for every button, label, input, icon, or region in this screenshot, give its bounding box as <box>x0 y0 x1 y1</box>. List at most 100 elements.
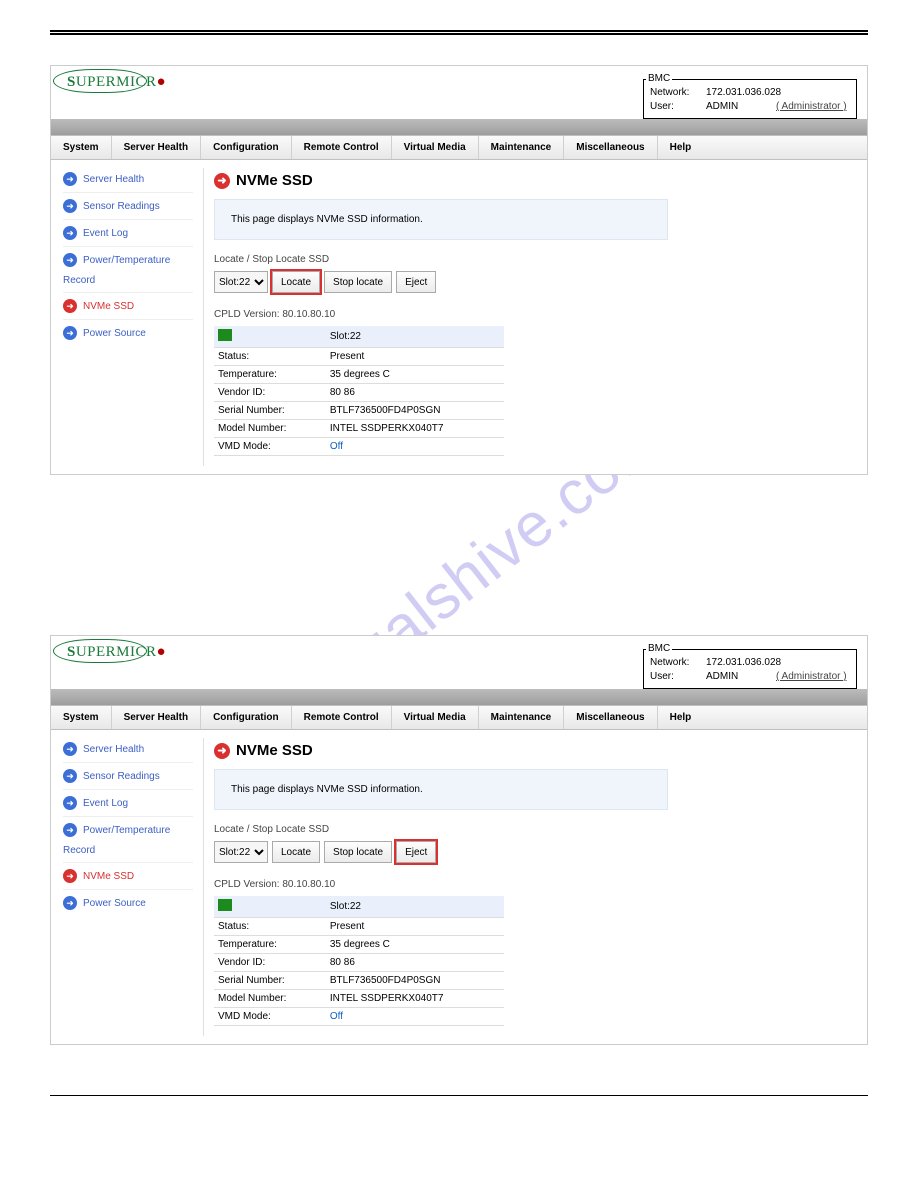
row-val: Off <box>326 1008 504 1026</box>
sidebar-item-label: NVMe SSD <box>83 871 134 882</box>
sidebar-item-sensor-readings[interactable]: ➜ Sensor Readings <box>63 193 193 220</box>
menu-server-health[interactable]: Server Health <box>112 136 201 159</box>
menu-maintenance[interactable]: Maintenance <box>479 136 565 159</box>
sidebar-item-event-log[interactable]: ➜ Event Log <box>63 220 193 247</box>
locate-section-label: Locate / Stop Locate SSD <box>214 824 857 835</box>
sidebar-item-power-source[interactable]: ➜ Power Source <box>63 890 193 916</box>
sidebar-item-label: Event Log <box>83 798 128 809</box>
arrow-icon: ➜ <box>63 253 77 267</box>
row-key: Model Number: <box>214 420 326 438</box>
row-key: Vendor ID: <box>214 954 326 972</box>
row-val: Off <box>326 438 504 456</box>
header-gradient-bar <box>51 119 867 135</box>
bmc-network-value: 172.031.036.028 <box>706 86 781 100</box>
screenshot-panel-1: SUPERMICR● BMC Network:172.031.036.028 U… <box>50 65 868 475</box>
eject-button[interactable]: Eject <box>396 271 436 293</box>
menu-server-health[interactable]: Server Health <box>112 706 201 729</box>
sidebar-item-label: Event Log <box>83 228 128 239</box>
header-gradient-bar <box>51 689 867 705</box>
bmc-user-value: ADMIN <box>706 100 768 114</box>
bmc-role-link[interactable]: ( Administrator ) <box>776 100 847 114</box>
row-val: INTEL SSDPERKX040T7 <box>326 420 504 438</box>
row-key: Vendor ID: <box>214 384 326 402</box>
arrow-icon: ➜ <box>63 226 77 240</box>
slot-select[interactable]: Slot:22 <box>214 841 268 863</box>
sidebar-record-continuation: Record <box>63 843 193 863</box>
stop-locate-button[interactable]: Stop locate <box>324 841 392 863</box>
row-key: VMD Mode: <box>214 1008 326 1026</box>
locate-button[interactable]: Locate <box>272 841 320 863</box>
sidebar-item-server-health[interactable]: ➜Server Health <box>63 736 193 763</box>
menu-remote-control[interactable]: Remote Control <box>292 706 392 729</box>
arrow-icon: ➜ <box>63 199 77 213</box>
arrow-icon: ➜ <box>63 896 77 910</box>
row-val: 35 degrees C <box>326 366 504 384</box>
bmc-network-label: Network: <box>650 86 706 100</box>
sidebar-item-label: Server Health <box>83 174 144 185</box>
row-key: VMD Mode: <box>214 438 326 456</box>
green-square-icon <box>218 899 232 911</box>
sidebar-item-nvme-ssd[interactable]: ➜NVMe SSD <box>63 293 193 320</box>
row-val: INTEL SSDPERKX040T7 <box>326 990 504 1008</box>
bmc-role-link[interactable]: ( Administrator ) <box>776 670 847 684</box>
ssd-details-table: Slot:22 Status:Present Temperature:35 de… <box>214 896 504 1026</box>
row-key: Temperature: <box>214 936 326 954</box>
supermicro-logo: SUPERMICR● <box>59 642 174 663</box>
top-menu: System Server Health Configuration Remot… <box>51 705 867 730</box>
row-key: Temperature: <box>214 366 326 384</box>
page-top-rule <box>50 30 868 35</box>
row-val: 80 86 <box>326 384 504 402</box>
stop-locate-button[interactable]: Stop locate <box>324 271 392 293</box>
sidebar-item-sensor-readings[interactable]: ➜Sensor Readings <box>63 763 193 790</box>
menu-system[interactable]: System <box>51 706 112 729</box>
page-title: ➜NVMe SSD <box>214 172 857 189</box>
sidebar-item-label: Power Source <box>83 898 146 909</box>
arrow-icon: ➜ <box>63 869 77 883</box>
supermicro-logo: SUPERMICR● <box>59 72 174 93</box>
status-indicator <box>214 896 326 918</box>
cpld-version-label: CPLD Version: 80.10.80.10 <box>214 309 857 320</box>
sidebar-record-continuation: Record <box>63 273 193 293</box>
menu-system[interactable]: System <box>51 136 112 159</box>
row-val: Present <box>326 918 504 936</box>
sidebar-item-power-source[interactable]: ➜Power Source <box>63 320 193 346</box>
info-banner: This page displays NVMe SSD information. <box>214 199 668 240</box>
sidebar-item-power-temp[interactable]: ➜ Power/Temperature <box>63 247 193 273</box>
menu-configuration[interactable]: Configuration <box>201 706 292 729</box>
menu-miscellaneous[interactable]: Miscellaneous <box>564 706 657 729</box>
arrow-icon: ➜ <box>214 743 230 759</box>
arrow-icon: ➜ <box>63 796 77 810</box>
sidebar-item-label: Power/Temperature <box>83 255 170 266</box>
green-square-icon <box>218 329 232 341</box>
menu-virtual-media[interactable]: Virtual Media <box>392 706 479 729</box>
row-key: Serial Number: <box>214 972 326 990</box>
slot-select[interactable]: Slot:22 <box>214 271 268 293</box>
arrow-icon: ➜ <box>214 173 230 189</box>
bmc-network-label: Network: <box>650 656 706 670</box>
menu-maintenance[interactable]: Maintenance <box>479 706 565 729</box>
row-key: Serial Number: <box>214 402 326 420</box>
sidebar-item-server-health[interactable]: ➜ Server Health <box>63 166 193 193</box>
row-val: BTLF736500FD4P0SGN <box>326 972 504 990</box>
sidebar-item-nvme-ssd[interactable]: ➜ NVMe SSD <box>63 863 193 890</box>
bmc-network-value: 172.031.036.028 <box>706 656 781 670</box>
arrow-icon: ➜ <box>63 172 77 186</box>
status-indicator <box>214 326 326 348</box>
menu-configuration[interactable]: Configuration <box>201 136 292 159</box>
sidebar-item-label: Power Source <box>83 328 146 339</box>
sidebar-item-event-log[interactable]: ➜ Event Log <box>63 790 193 817</box>
bmc-user-value: ADMIN <box>706 670 768 684</box>
menu-virtual-media[interactable]: Virtual Media <box>392 136 479 159</box>
sidebar-item-label: Sensor Readings <box>83 201 160 212</box>
sidebar-item-label: NVMe SSD <box>83 301 134 312</box>
sidebar-item-power-temp[interactable]: ➜Power/Temperature <box>63 817 193 843</box>
sidebar: ➜Server Health ➜Sensor Readings ➜ Event L… <box>51 730 197 1044</box>
menu-remote-control[interactable]: Remote Control <box>292 136 392 159</box>
locate-button[interactable]: Locate <box>272 271 320 293</box>
eject-button[interactable]: Eject <box>396 841 436 863</box>
menu-help[interactable]: Help <box>658 706 704 729</box>
row-key: Model Number: <box>214 990 326 1008</box>
menu-help[interactable]: Help <box>658 136 704 159</box>
menu-miscellaneous[interactable]: Miscellaneous <box>564 136 657 159</box>
vertical-divider <box>203 168 204 466</box>
